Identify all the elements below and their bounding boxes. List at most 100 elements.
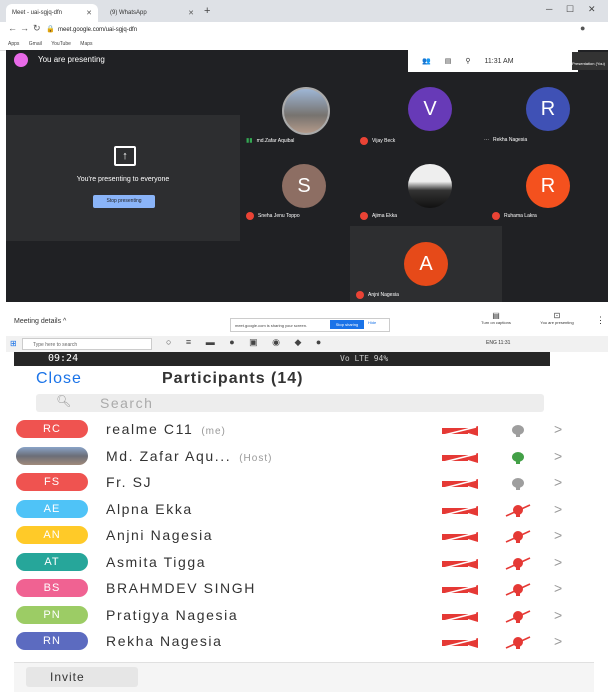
reload-icon[interactable]: ↻ bbox=[33, 23, 41, 34]
forward-icon[interactable]: → bbox=[20, 23, 29, 33]
participant-name-text: Rekha Nagesia bbox=[106, 633, 223, 649]
participant-avatar: FS bbox=[16, 473, 88, 491]
chevron-right-icon[interactable]: > bbox=[554, 633, 562, 649]
chat-icon[interactable]: ▤ bbox=[445, 57, 452, 65]
participant-name-text: realme C11 bbox=[106, 421, 194, 437]
presenter-avatar bbox=[14, 53, 28, 67]
tile-name: Anjni Nagesia bbox=[356, 291, 399, 299]
hide-link[interactable]: Hide bbox=[368, 320, 376, 325]
profile-icon[interactable]: ● bbox=[580, 23, 585, 33]
participant-avatar bbox=[16, 447, 88, 465]
participant-role: (me) bbox=[201, 426, 226, 437]
bookmark-youtube[interactable]: YouTube bbox=[51, 41, 71, 47]
participant-avatar: AE bbox=[16, 500, 88, 518]
minimize-icon[interactable]: ─ bbox=[546, 4, 552, 14]
participant-avatar: AT bbox=[16, 553, 88, 571]
participant-row[interactable]: RC realme C11 (me) > bbox=[0, 418, 608, 444]
participant-row[interactable]: Md. Zafar Aqu... (Host) > bbox=[0, 445, 608, 471]
participants-title: Participants (14) bbox=[162, 370, 304, 387]
participant-name: Pratigya Nagesia bbox=[106, 607, 238, 623]
participant-avatar: BS bbox=[16, 579, 88, 597]
chevron-right-icon[interactable]: > bbox=[554, 448, 562, 464]
speaking-icon: ▮▮ bbox=[246, 138, 253, 144]
participant-avatar: PN bbox=[16, 606, 88, 624]
invite-button[interactable]: Invite bbox=[26, 667, 138, 687]
participant-name: Md. Zafar Aqu... (Host) bbox=[106, 448, 272, 464]
new-tab-icon[interactable]: + bbox=[204, 5, 210, 17]
present-button[interactable]: ⊡ You are presenting bbox=[532, 311, 582, 325]
status-indicators: Vo LTE 94% bbox=[340, 354, 389, 363]
chevron-right-icon[interactable]: > bbox=[554, 554, 562, 570]
stop-presenting-button[interactable]: Stop presenting bbox=[93, 195, 155, 208]
participant-row[interactable]: AN Anjni Nagesia > bbox=[0, 524, 608, 550]
video-off-icon bbox=[442, 585, 478, 595]
maximize-icon[interactable]: ☐ bbox=[566, 4, 574, 15]
tile-avatar-r: R bbox=[526, 87, 570, 131]
tab-label: (9) WhatsApp bbox=[110, 10, 147, 16]
tile-name: Vijay Beck bbox=[360, 137, 395, 145]
tile-avatar-v: V bbox=[408, 87, 452, 131]
captions-button[interactable]: ▤ Turn on captions bbox=[474, 311, 518, 325]
participant-row[interactable]: BS BRAHMDEV SINGH > bbox=[0, 577, 608, 603]
close-button[interactable]: Close bbox=[36, 370, 82, 388]
muted-mic-icon bbox=[360, 212, 368, 220]
chevron-right-icon[interactable]: > bbox=[554, 607, 562, 623]
more-options-icon[interactable]: ⋮ bbox=[596, 315, 605, 326]
participant-row[interactable]: AT Asmita Tigga > bbox=[0, 551, 608, 577]
participant-name-text: Anjni Nagesia bbox=[106, 527, 214, 543]
chevron-right-icon[interactable]: > bbox=[554, 527, 562, 543]
close-icon[interactable]: ✕ bbox=[188, 9, 194, 17]
back-icon[interactable]: ← bbox=[8, 23, 17, 33]
muted-mic-icon bbox=[356, 291, 364, 299]
window-close-icon[interactable]: ✕ bbox=[588, 4, 596, 15]
tile-avatar-photo bbox=[282, 87, 330, 135]
participant-name: Asmita Tigga bbox=[106, 554, 206, 570]
status-bar bbox=[14, 352, 550, 366]
dots-icon: ··· bbox=[484, 137, 489, 143]
tab-label: Meet - uai-sgjq-dfn bbox=[12, 10, 63, 16]
taskbar-search[interactable]: Type here to search bbox=[22, 338, 152, 350]
participant-name-text: Pratigya Nagesia bbox=[106, 607, 239, 623]
mic-muted-icon bbox=[505, 636, 531, 649]
participant-name: Alpna Ekka bbox=[106, 501, 193, 517]
mic-muted-icon bbox=[505, 610, 531, 623]
windows-start-icon[interactable]: ⊞ bbox=[10, 339, 17, 348]
meeting-details-button[interactable]: Meeting details ^ bbox=[14, 318, 66, 325]
chevron-right-icon[interactable]: > bbox=[554, 421, 562, 437]
browser-tab-whatsapp[interactable]: (9) WhatsApp ✕ bbox=[104, 4, 200, 22]
mic-icon bbox=[512, 425, 524, 437]
participant-row[interactable]: AE Alpna Ekka > bbox=[0, 498, 608, 524]
muted-mic-icon bbox=[492, 212, 500, 220]
browser-tab-meet[interactable]: Meet - uai-sgjq-dfn ✕ bbox=[6, 4, 98, 22]
participant-avatar: RN bbox=[16, 632, 88, 650]
people-icon[interactable]: 👥 bbox=[422, 57, 431, 65]
sharing-notification: meet.google.com is sharing your screen. bbox=[230, 318, 390, 332]
presentation-thumbnail[interactable]: Presentation (You) bbox=[572, 52, 608, 70]
close-icon[interactable]: ✕ bbox=[86, 9, 92, 17]
tile-avatar-a: A bbox=[404, 242, 448, 286]
participant-avatar: AN bbox=[16, 526, 88, 544]
video-off-icon bbox=[442, 506, 478, 516]
participant-name-text: BRAHMDEV SINGH bbox=[106, 580, 256, 596]
thumbnail-label: Presentation (You) bbox=[572, 61, 605, 66]
tile-name: ▮▮ md.Zafar Aquibal bbox=[246, 137, 295, 145]
participant-row[interactable]: RN Rekha Nagesia > bbox=[0, 630, 608, 656]
present-screen-icon: ↑ bbox=[114, 146, 136, 166]
chevron-right-icon[interactable]: > bbox=[554, 474, 562, 490]
url-field[interactable]: meet.google.com/uai-sgjq-dfn bbox=[58, 25, 498, 35]
system-tray: ENG 11:31 bbox=[486, 340, 511, 346]
bookmark-gmail[interactable]: Gmail bbox=[29, 41, 42, 47]
stop-sharing-button[interactable]: Stop sharing bbox=[330, 320, 364, 329]
lock-icon: 🔒 bbox=[46, 26, 55, 33]
chevron-right-icon[interactable]: > bbox=[554, 501, 562, 517]
bookmark-apps[interactable]: Apps bbox=[8, 41, 19, 47]
taskbar-app-icons[interactable]: ○ ≡ ▬ ● ▣ ◉ ◆ ● bbox=[166, 337, 327, 348]
tile-avatar-s: S bbox=[282, 164, 326, 208]
bookmark-maps[interactable]: Maps bbox=[80, 41, 92, 47]
participant-row[interactable]: FS Fr. SJ > bbox=[0, 471, 608, 497]
chevron-right-icon[interactable]: > bbox=[554, 580, 562, 596]
muted-mic-icon bbox=[246, 212, 254, 220]
activities-icon[interactable]: ⚲ bbox=[465, 57, 470, 65]
participant-row[interactable]: PN Pratigya Nagesia > bbox=[0, 604, 608, 630]
captions-icon: ▤ bbox=[492, 311, 500, 320]
